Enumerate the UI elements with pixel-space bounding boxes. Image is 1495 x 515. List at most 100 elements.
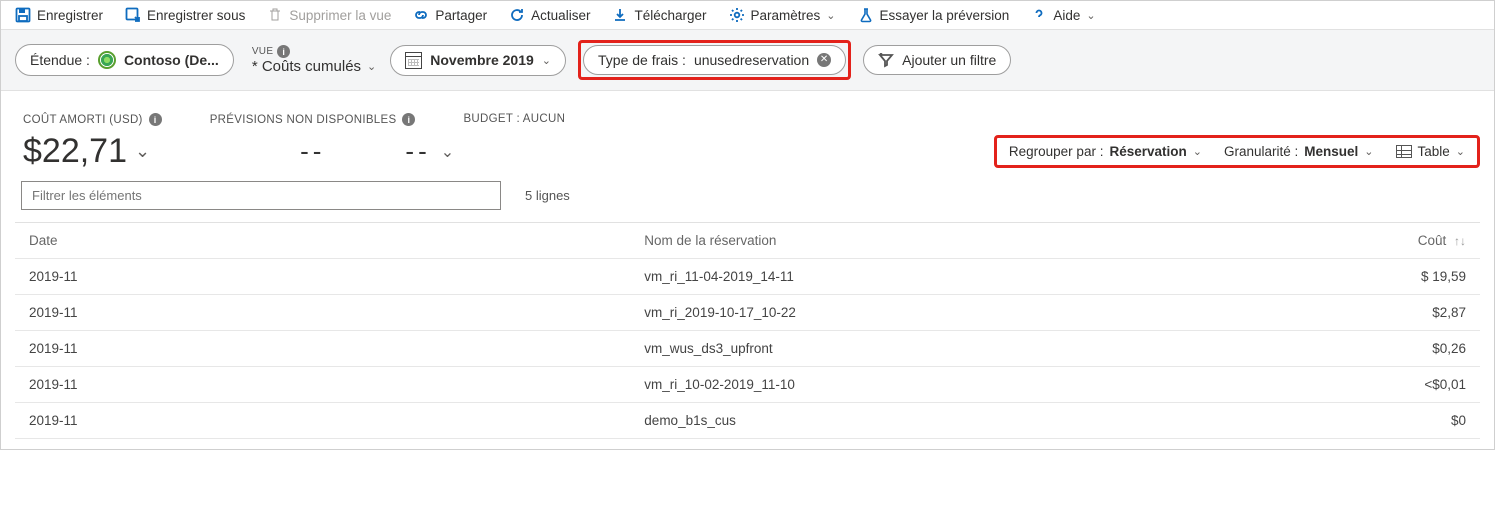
forecast-value: --	[300, 136, 325, 167]
table-row[interactable]: 2019-11 vm_ri_2019-10-17_10-22 $2,87	[15, 295, 1480, 331]
row-count: 5 lignes	[525, 188, 570, 203]
view-mode-selector[interactable]: Table ⌄	[1396, 144, 1466, 159]
share-label: Partager	[435, 8, 487, 23]
cell-date: 2019-11	[15, 367, 630, 403]
cell-name: vm_ri_2019-10-17_10-22	[630, 295, 1245, 331]
cell-cost: $2,87	[1246, 295, 1480, 331]
scope-pill[interactable]: Étendue : Contoso (De...	[15, 44, 234, 76]
help-button[interactable]: Aide ⌄	[1031, 7, 1095, 23]
add-filter-pill[interactable]: Ajouter un filtre	[863, 45, 1011, 75]
refresh-label: Actualiser	[531, 8, 590, 23]
help-label: Aide	[1053, 8, 1080, 23]
info-icon[interactable]: i	[149, 113, 162, 126]
help-icon	[1031, 7, 1047, 23]
delete-view-button: Supprimer la vue	[267, 7, 391, 23]
cell-name: demo_b1s_cus	[630, 403, 1245, 439]
amortized-cost-value[interactable]: $22,71 ⌄	[23, 132, 150, 171]
save-label: Enregistrer	[37, 8, 103, 23]
date-range-pill[interactable]: Novembre 2019 ⌄	[390, 45, 566, 76]
view-caption: VUE	[252, 46, 273, 57]
chevron-down-icon: ⌄	[1456, 145, 1465, 158]
cell-name: vm_ri_10-02-2019_11-10	[630, 367, 1245, 403]
metric-values-row: $22,71 ⌄ -- -- ⌄ Regrouper par : Réserva…	[1, 132, 1494, 171]
flask-icon	[858, 7, 874, 23]
cost-analysis-screen: Enregistrer Enregistrer sous Supprimer l…	[0, 0, 1495, 450]
command-bar: Enregistrer Enregistrer sous Supprimer l…	[1, 1, 1494, 30]
share-button[interactable]: Partager	[413, 7, 487, 23]
table-row[interactable]: 2019-11 demo_b1s_cus $0	[15, 403, 1480, 439]
chevron-down-icon: ⌄	[1193, 145, 1202, 158]
table-row[interactable]: 2019-11 vm_ri_10-02-2019_11-10 <$0,01	[15, 367, 1480, 403]
download-button[interactable]: Télécharger	[612, 7, 706, 23]
cell-name: vm_wus_ds3_upfront	[630, 331, 1245, 367]
view-value: * Coûts cumulés	[252, 58, 361, 75]
calendar-icon	[405, 52, 422, 69]
cell-name: vm_ri_11-04-2019_14-11	[630, 259, 1245, 295]
chevron-down-icon: ⌄	[441, 142, 454, 162]
scope-label: Étendue :	[30, 52, 90, 68]
table-row[interactable]: 2019-11 vm_ri_11-04-2019_14-11 $ 19,59	[15, 259, 1480, 295]
col-reservation-name[interactable]: Nom de la réservation	[630, 223, 1245, 259]
cell-date: 2019-11	[15, 403, 630, 439]
refresh-icon	[509, 7, 525, 23]
budget-value[interactable]: -- ⌄	[405, 136, 454, 167]
cell-date: 2019-11	[15, 331, 630, 367]
cost-table: Date Nom de la réservation Coût ↑↓ 2019-…	[15, 222, 1480, 439]
download-icon	[612, 7, 628, 23]
save-button[interactable]: Enregistrer	[15, 7, 103, 23]
charge-type-value: unusedreservation	[694, 52, 809, 68]
settings-button[interactable]: Paramètres ⌄	[729, 7, 836, 23]
filter-items-input[interactable]	[21, 181, 501, 210]
view-selector[interactable]: VUE i * Coûts cumulés ⌄	[252, 45, 376, 75]
cell-cost: <$0,01	[1246, 367, 1480, 403]
try-preview-button[interactable]: Essayer la préversion	[858, 7, 1010, 23]
view-options-group: Regrouper par : Réservation ⌄ Granularit…	[994, 135, 1480, 168]
cell-date: 2019-11	[15, 259, 630, 295]
scope-value: Contoso (De...	[124, 52, 219, 68]
amortized-cost-label: COÛT AMORTI (USD) i	[23, 113, 162, 126]
filter-bar: Étendue : Contoso (De... VUE i * Coûts c…	[1, 30, 1494, 91]
metric-labels-row: COÛT AMORTI (USD) i PRÉVISIONS NON DISPO…	[1, 91, 1494, 132]
trash-icon	[267, 7, 283, 23]
table-header-row: Date Nom de la réservation Coût ↑↓	[15, 223, 1480, 259]
chevron-down-icon: ⌄	[1086, 9, 1095, 22]
settings-label: Paramètres	[751, 8, 821, 23]
chevron-down-icon: ⌄	[826, 9, 835, 22]
col-cost[interactable]: Coût ↑↓	[1246, 223, 1480, 259]
forecast-label: PRÉVISIONS NON DISPONIBLES i	[210, 113, 416, 126]
remove-filter-icon[interactable]: ✕	[817, 53, 831, 67]
info-icon[interactable]: i	[402, 113, 415, 126]
chevron-down-icon: ⌄	[1364, 145, 1373, 158]
save-as-label: Enregistrer sous	[147, 8, 245, 23]
charge-type-label: Type de frais :	[598, 52, 686, 68]
org-icon	[98, 51, 116, 69]
save-as-button[interactable]: Enregistrer sous	[125, 7, 245, 23]
group-by-selector[interactable]: Regrouper par : Réservation ⌄	[1009, 144, 1202, 159]
date-value: Novembre 2019	[430, 52, 534, 68]
save-icon	[15, 7, 31, 23]
table-icon	[1396, 145, 1412, 158]
col-date[interactable]: Date	[15, 223, 630, 259]
link-icon	[413, 7, 429, 23]
budget-label: BUDGET : AUCUN	[463, 113, 565, 125]
try-preview-label: Essayer la préversion	[880, 8, 1010, 23]
cell-cost: $0,26	[1246, 331, 1480, 367]
cell-cost: $0	[1246, 403, 1480, 439]
table-body: 2019-11 vm_ri_11-04-2019_14-11 $ 19,59 2…	[15, 259, 1480, 439]
table-filter-row: 5 lignes	[1, 171, 1494, 222]
charge-type-filter-pill[interactable]: Type de frais : unusedreservation ✕	[583, 45, 846, 75]
info-icon: i	[277, 45, 290, 58]
granularity-selector[interactable]: Granularité : Mensuel ⌄	[1224, 144, 1374, 159]
chevron-down-icon: ⌄	[367, 60, 376, 73]
chevron-down-icon: ⌄	[135, 141, 150, 162]
add-filter-icon	[878, 52, 894, 68]
gear-icon	[729, 7, 745, 23]
table-row[interactable]: 2019-11 vm_wus_ds3_upfront $0,26	[15, 331, 1480, 367]
add-filter-label: Ajouter un filtre	[902, 52, 996, 68]
refresh-button[interactable]: Actualiser	[509, 7, 590, 23]
sort-icon: ↑↓	[1454, 234, 1466, 248]
filter-highlight: Type de frais : unusedreservation ✕	[578, 40, 851, 80]
chevron-down-icon: ⌄	[542, 54, 551, 67]
save-as-icon	[125, 7, 141, 23]
cell-date: 2019-11	[15, 295, 630, 331]
